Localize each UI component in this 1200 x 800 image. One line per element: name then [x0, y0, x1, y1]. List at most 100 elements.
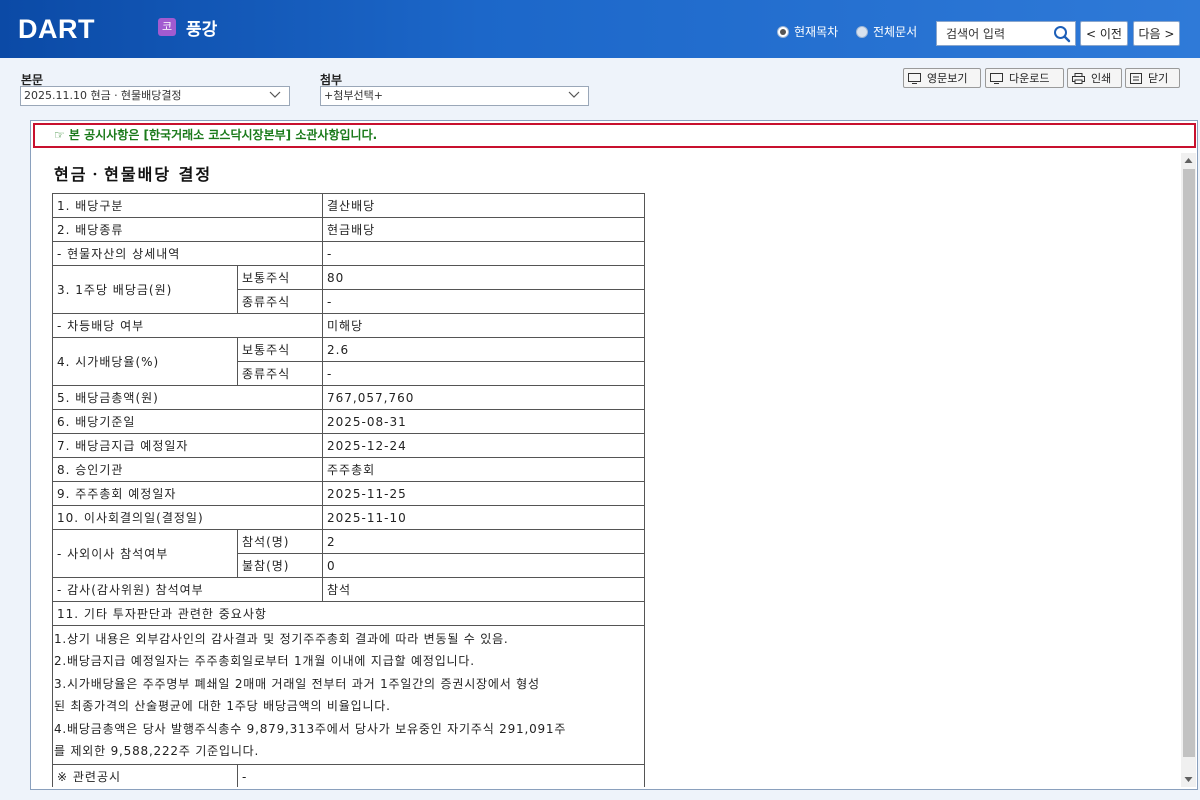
- main-doc-select-value: 2025.11.10 현금ㆍ현물배당결정: [24, 89, 182, 102]
- row-label: ※ 관련공시: [52, 764, 238, 787]
- row-value: 80: [322, 265, 645, 290]
- table-row: 1.상기 내용은 외부감사인의 감사결과 및 정기주주총회 결과에 따라 변동될…: [52, 624, 645, 766]
- document-frame: ☞ 본 공시사항은 [한국거래소 코스닥시장본부] 소관사항입니다. 현금ㆍ현물…: [30, 120, 1198, 790]
- row-value: 결산배당: [322, 193, 645, 218]
- radio-unchecked-icon[interactable]: [856, 25, 868, 38]
- row-label: 4. 시가배당율(%): [52, 337, 238, 386]
- row-sublabel: 참석(명): [237, 529, 323, 554]
- download-label: 다운로드: [1009, 72, 1050, 85]
- table-row: 2. 배당종류 현금배당: [52, 217, 645, 242]
- monitor-icon: [908, 72, 921, 84]
- row-label: - 감사(감사위원) 참석여부: [52, 577, 323, 602]
- search-input[interactable]: [937, 22, 1047, 45]
- row-label: 3. 1주당 배당금(원): [52, 265, 238, 314]
- row-label: - 사외이사 참석여부: [52, 529, 238, 578]
- note-line: 3.시가배당율은 주주명부 폐쇄일 2매매 거래일 전부터 과거 1주일간의 증…: [54, 676, 540, 691]
- note-line: 된 최종가격의 산술평균에 대한 1주당 배당금액의 비율입니다.: [54, 699, 391, 714]
- close-button[interactable]: 닫기: [1125, 68, 1180, 88]
- main-doc-select[interactable]: 2025.11.10 현금ㆍ현물배당결정: [20, 86, 290, 106]
- search-box: [936, 21, 1076, 46]
- row-label: 1. 배당구분: [52, 193, 323, 218]
- row-value: 2: [322, 529, 645, 554]
- row-value: -: [237, 764, 645, 787]
- radio-all-label: 전체문서: [873, 25, 918, 39]
- top-header: DART 코 풍강 현재목차 전체문서 < 이전 다음 >: [0, 0, 1200, 58]
- row-sublabel: 보통주식: [237, 337, 323, 362]
- document-content: 현금ㆍ현물배당 결정 1. 배당구분 결산배당 2. 배당종류 현금배당 - 현…: [33, 153, 1180, 787]
- row-value: 2025-08-31: [322, 409, 645, 434]
- row-value: 2.6: [322, 337, 645, 362]
- row-value: 767,057,760: [322, 385, 645, 410]
- row-value: 2025-12-24: [322, 433, 645, 458]
- print-label: 인쇄: [1091, 72, 1112, 85]
- row-sublabel: 불참(명): [237, 553, 323, 578]
- english-view-label: 영문보기: [927, 72, 968, 85]
- table-row: - 차등배당 여부 미해당: [52, 313, 645, 338]
- company-name: 풍강: [186, 20, 218, 40]
- monitor-icon: [990, 72, 1003, 84]
- document-title: 현금ㆍ현물배당 결정: [54, 165, 213, 184]
- row-value: -: [322, 241, 645, 266]
- search-icon[interactable]: [1053, 25, 1071, 43]
- scroll-up-icon[interactable]: [1181, 154, 1196, 168]
- table-row: 9. 주주총회 예정일자 2025-11-25: [52, 481, 645, 506]
- notes-cell: 1.상기 내용은 외부감사인의 감사결과 및 정기주주총회 결과에 따라 변동될…: [52, 624, 645, 766]
- note-line: 1.상기 내용은 외부감사인의 감사결과 및 정기주주총회 결과에 따라 변동될…: [54, 632, 509, 646]
- table-row: 7. 배당금지급 예정일자 2025-12-24: [52, 433, 645, 458]
- jurisdiction-notice: ☞ 본 공시사항은 [한국거래소 코스닥시장본부] 소관사항입니다.: [33, 123, 1196, 148]
- table-row: 1. 배당구분 결산배당: [52, 193, 645, 218]
- table-row: - 현물자산의 상세내역 -: [52, 241, 645, 266]
- row-value: -: [322, 361, 645, 386]
- row-label: 7. 배당금지급 예정일자: [52, 433, 323, 458]
- table-row: 3. 1주당 배당금(원) 보통주식 80: [52, 265, 645, 314]
- vertical-scrollbar[interactable]: [1181, 153, 1196, 787]
- radio-checked-icon[interactable]: [777, 25, 789, 38]
- row-label: 5. 배당금총액(원): [52, 385, 323, 410]
- radio-all-docs[interactable]: 전체문서: [856, 23, 917, 40]
- row-label: - 현물자산의 상세내역: [52, 241, 323, 266]
- next-button[interactable]: 다음 >: [1133, 21, 1180, 46]
- row-value: 미해당: [322, 313, 645, 338]
- note-line: 2.배당금지급 예정일자는 주주총회일로부터 1개월 이내에 지급할 예정입니다…: [54, 654, 475, 669]
- logo-text: DART: [18, 13, 95, 44]
- table-row: 8. 승인기관 주주총회: [52, 457, 645, 482]
- row-value: 참석: [322, 577, 645, 602]
- row-value: -: [322, 289, 645, 314]
- row-sublabel: 종류주식: [237, 361, 323, 386]
- printer-icon: [1072, 72, 1085, 84]
- row-label: - 차등배당 여부: [52, 313, 323, 338]
- row-value: 현금배당: [322, 217, 645, 242]
- row-label: 9. 주주총회 예정일자: [52, 481, 323, 506]
- row-label: 10. 이사회결의일(결정일): [52, 505, 323, 530]
- corp-type-badge: 코: [158, 18, 176, 36]
- chevron-down-icon: [568, 91, 580, 98]
- print-button[interactable]: 인쇄: [1067, 68, 1122, 88]
- close-doc-icon: [1130, 72, 1142, 84]
- table-row: ※ 관련공시 -: [52, 764, 645, 787]
- row-label: 6. 배당기준일: [52, 409, 323, 434]
- table-row: 5. 배당금총액(원) 767,057,760: [52, 385, 645, 410]
- attachment-select-value: +첨부선택+: [324, 89, 383, 102]
- row-label: 11. 기타 투자판단과 관련한 중요사항: [52, 601, 645, 626]
- scroll-down-icon[interactable]: [1181, 772, 1196, 786]
- table-row: 6. 배당기준일 2025-08-31: [52, 409, 645, 434]
- scrollbar-thumb[interactable]: [1183, 169, 1195, 757]
- radio-current-label: 현재목차: [794, 25, 839, 39]
- download-button[interactable]: 다운로드: [985, 68, 1064, 88]
- table-row: 10. 이사회결의일(결정일) 2025-11-10: [52, 505, 645, 530]
- row-label: 8. 승인기관: [52, 457, 323, 482]
- table-row: - 사외이사 참석여부 참석(명) 2: [52, 529, 645, 578]
- attachment-select[interactable]: +첨부선택+: [320, 86, 589, 106]
- row-value: 2025-11-25: [322, 481, 645, 506]
- disclosure-table: 1. 배당구분 결산배당 2. 배당종류 현금배당 - 현물자산의 상세내역 -…: [52, 193, 645, 787]
- note-line: 를 제외한 9,588,222주 기준입니다.: [54, 744, 260, 759]
- chevron-down-icon: [269, 91, 281, 98]
- row-sublabel: 보통주식: [237, 265, 323, 290]
- close-label: 닫기: [1148, 72, 1169, 85]
- prev-button[interactable]: < 이전: [1080, 21, 1128, 46]
- radio-current-toc[interactable]: 현재목차: [777, 23, 838, 40]
- english-view-button[interactable]: 영문보기: [903, 68, 981, 88]
- note-line: 4.배당금총액은 당사 발행주식총수 9,879,313주에서 당사가 보유중인…: [54, 721, 567, 736]
- table-row: - 감사(감사위원) 참석여부 참석: [52, 577, 645, 602]
- dart-logo[interactable]: DART: [18, 14, 95, 44]
